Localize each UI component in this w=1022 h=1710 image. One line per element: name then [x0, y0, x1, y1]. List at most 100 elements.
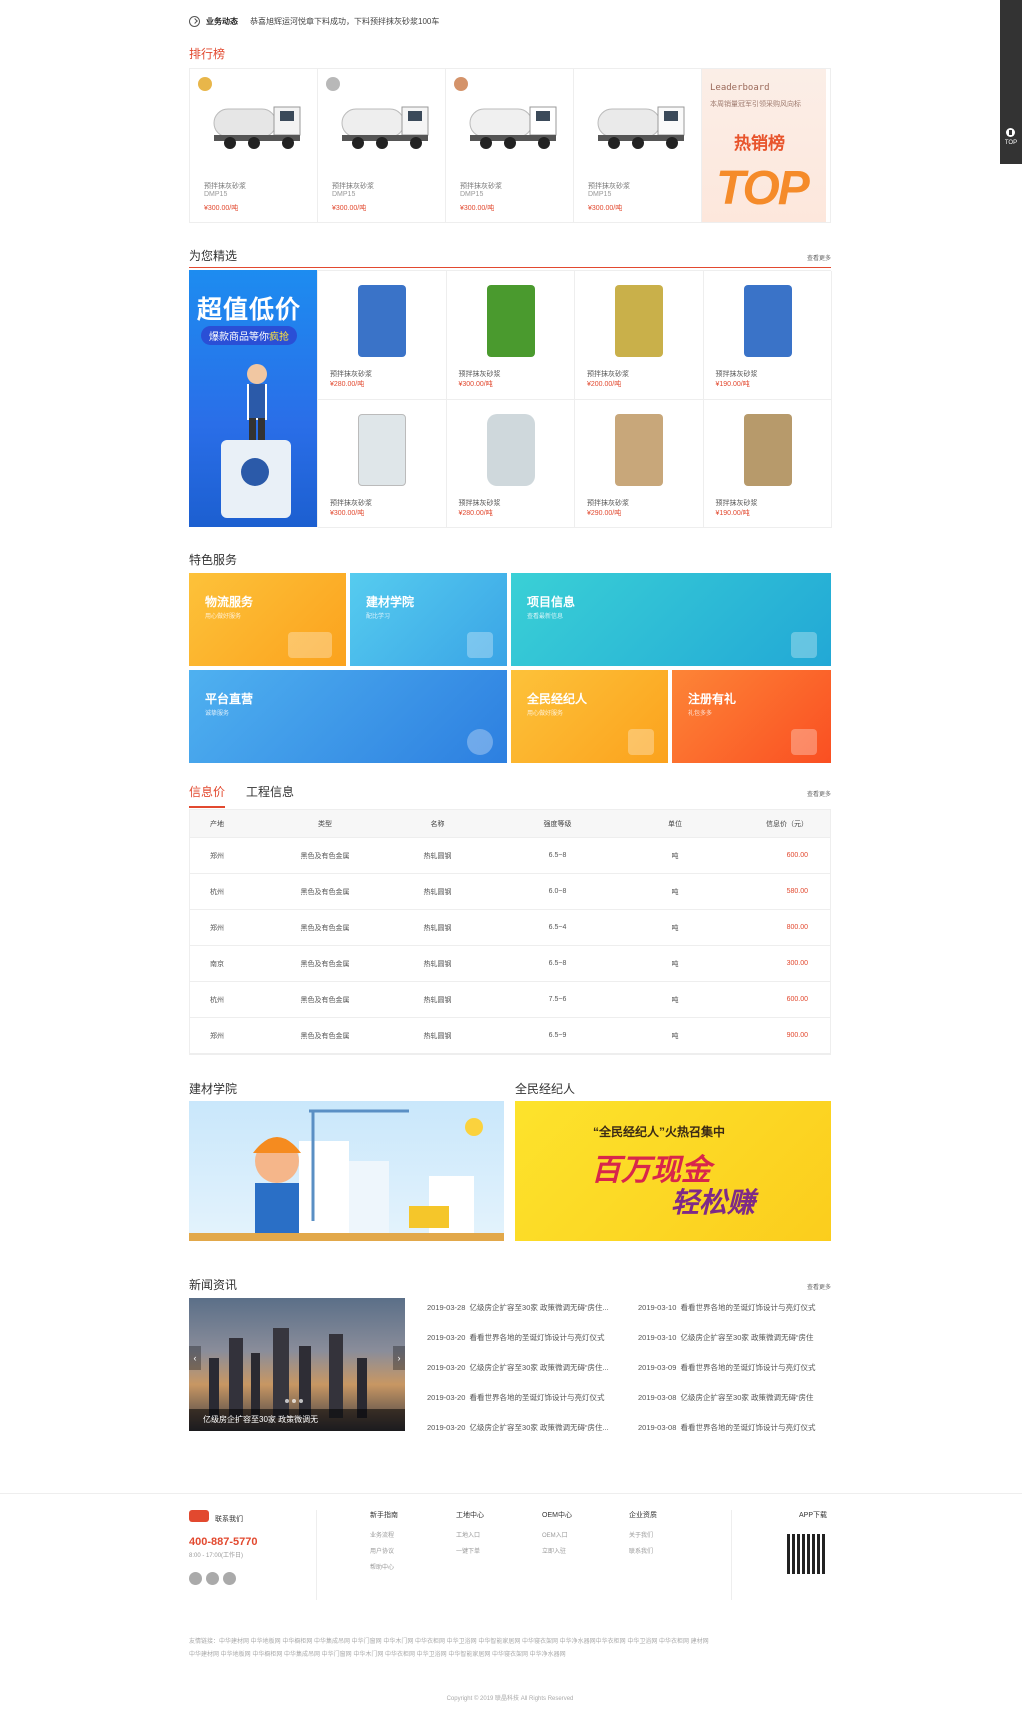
news-item[interactable]: 2019-03-20 亿级房企扩容至30家 政策微调无碍“房住...: [427, 1422, 609, 1433]
footer-link[interactable]: 帮助中心: [370, 1562, 398, 1571]
weibo-icon[interactable]: [206, 1572, 219, 1585]
news-item[interactable]: 2019-03-08 亿级房企扩容至30家 政策微调无碍“房住: [638, 1392, 813, 1403]
cell-price: 600.00: [786, 852, 808, 859]
news-date: 2019-03-09: [638, 1363, 677, 1372]
news-item[interactable]: 2019-03-20 亿级房企扩容至30家 政策微调无碍“房住...: [427, 1362, 609, 1373]
product-name: 预拌抹灰砂浆: [458, 499, 501, 507]
tile-register-gift[interactable]: 注册有礼 礼包多多: [672, 670, 831, 763]
friend-links-line[interactable]: 友情链接：中华建材网 中华地板网 中华橱柜网 中华集成吊网 中华门窗网 中华木门…: [189, 1636, 831, 1649]
academy-banner[interactable]: [189, 1101, 504, 1241]
footer-link[interactable]: 业务流程: [370, 1530, 398, 1539]
pick-item[interactable]: 预拌抹灰砂浆 ¥280.00/吨: [318, 271, 447, 400]
leaderboard-banner[interactable]: Leaderboard 本周销量冠军引领采购风向标 热销榜 TOP: [702, 69, 826, 222]
news-carousel[interactable]: ‹ › 亿级房企扩容至30家 政策微调无: [189, 1298, 405, 1431]
product-name: 预拌抹灰砂浆: [588, 183, 630, 190]
product-price: ¥190.00/吨: [715, 509, 750, 517]
news-item[interactable]: 2019-03-20 看看世界各地的圣诞灯饰设计与亮灯仪式: [427, 1392, 605, 1403]
news-item[interactable]: 2019-03-10 亿级房企扩容至30家 政策微调无碍“房住: [638, 1332, 813, 1343]
product-bag-image: [358, 285, 406, 357]
news-item[interactable]: 2019-03-10 看看世界各地的圣诞灯饰设计与亮灯仪式: [638, 1302, 816, 1313]
tile-subtitle: 诚挚服务: [205, 711, 230, 717]
table-row[interactable]: 郑州 黑色及有色金属 热轧圆钢 6.5~9 吨 900.00: [190, 1018, 830, 1054]
tile-logistics[interactable]: 物流服务 用心做好服务: [189, 573, 346, 666]
news-more-link[interactable]: 查看更多: [807, 1282, 831, 1291]
cell-type: 黑色及有色金属: [300, 1032, 350, 1040]
pick-item[interactable]: 预拌抹灰砂浆 ¥280.00/吨: [446, 399, 575, 528]
news-item[interactable]: 2019-03-20 看看世界各地的圣诞灯饰设计与亮灯仪式: [427, 1332, 605, 1343]
table-row[interactable]: 杭州 黑色及有色金属 热轧圆钢 7.5~6 吨 600.00: [190, 982, 830, 1018]
user-icon: [628, 729, 654, 755]
cell-price: 600.00: [786, 996, 808, 1003]
services-grid: 物流服务 用心做好服务 建材学院 配比学习 项目信息 查看最新信息 平台直营 诚…: [189, 573, 831, 763]
footer-link[interactable]: 工地入口: [456, 1530, 484, 1539]
wechat-icon[interactable]: [189, 1572, 202, 1585]
cell-price: 800.00: [786, 924, 808, 931]
pick-item[interactable]: 预拌抹灰砂浆 ¥200.00/吨: [575, 271, 704, 400]
tile-project-info[interactable]: 项目信息 查看最新信息: [511, 573, 831, 666]
friend-links-line[interactable]: 中华建材网 中华地板网 中华橱柜网 中华集成吊网 中华门窗网 中华木门网 中华衣…: [189, 1649, 831, 1662]
news-date: 2019-03-10: [638, 1303, 677, 1312]
footer-link[interactable]: OEM入口: [542, 1530, 572, 1539]
back-to-top[interactable]: TOP: [1000, 0, 1022, 164]
product-price: ¥300.00/吨: [332, 205, 367, 212]
banner-subline: 爆款商品等你疯抢: [201, 326, 297, 345]
tile-title: 全民经纪人: [527, 692, 588, 706]
cell-origin: 杭州: [210, 996, 224, 1004]
info-more-link[interactable]: 查看更多: [807, 789, 831, 798]
picks-more-link[interactable]: 查看更多: [807, 253, 831, 262]
pick-item[interactable]: 预拌抹灰砂浆 ¥300.00/吨: [318, 399, 447, 528]
footer-link[interactable]: 关于我们: [629, 1530, 657, 1539]
pick-item[interactable]: 预拌抹灰砂浆 ¥290.00/吨: [575, 399, 704, 528]
product-name: 预拌抹灰砂浆: [332, 183, 374, 190]
table-row[interactable]: 郑州 黑色及有色金属 热轧圆钢 6.5~8 吨 600.00: [190, 838, 830, 874]
product-code: DMP15: [588, 191, 612, 198]
pick-item[interactable]: 预拌抹灰砂浆 ¥190.00/吨: [703, 271, 832, 400]
qq-icon[interactable]: [223, 1572, 236, 1585]
ranking-item[interactable]: 预拌抹灰砂浆 DMP15 ¥300.00/吨: [190, 69, 318, 222]
footer-main: 联系我们 400-887-5770 8:00 - 17:00(工作日) 新手指南…: [189, 1510, 831, 1610]
pick-item[interactable]: 预拌抹灰砂浆 ¥190.00/吨: [703, 399, 832, 528]
tab-project-info[interactable]: 工程信息: [246, 783, 294, 800]
cell-grade: 6.5~8: [548, 852, 567, 859]
product-price: ¥300.00/吨: [204, 205, 239, 212]
ranking-item[interactable]: 预拌抹灰砂浆 DMP15 ¥300.00/吨: [446, 69, 574, 222]
app-download: APP下载: [731, 1510, 831, 1600]
contact-phone[interactable]: 400-887-5770: [189, 1536, 258, 1548]
product-name: 预拌抹灰砂浆: [460, 183, 502, 190]
value-price-banner[interactable]: 超值低价 爆款商品等你疯抢: [189, 270, 317, 527]
leaderboard-label: Leaderboard: [710, 83, 770, 93]
ranking-item[interactable]: 预拌抹灰砂浆 DMP15 ¥300.00/吨: [318, 69, 446, 222]
product-bag-image: [743, 413, 792, 486]
carousel-next-icon[interactable]: ›: [393, 1346, 405, 1370]
footer-col-head: 工地中心: [456, 1512, 484, 1519]
notice-text[interactable]: 恭喜旭辉运河悦章下料成功，下料预拌抹灰砂浆100车: [250, 16, 439, 27]
footer-link[interactable]: 立即入驻: [542, 1546, 572, 1555]
news-item[interactable]: 2019-03-08 看看世界各地的圣诞灯饰设计与亮灯仪式: [638, 1422, 816, 1433]
tile-broker[interactable]: 全民经纪人 用心做好服务: [511, 670, 668, 763]
footer-link[interactable]: 一键下单: [456, 1546, 484, 1555]
news-item[interactable]: 2019-03-09 看看世界各地的圣诞灯饰设计与亮灯仪式: [638, 1362, 816, 1373]
table-row[interactable]: 南京 黑色及有色金属 热轧圆钢 6.5~8 吨 300.00: [190, 946, 830, 982]
worker-mascot-image: [221, 364, 291, 518]
carousel-dot[interactable]: [292, 1399, 296, 1403]
tile-platform-direct[interactable]: 平台直营 诚挚服务: [189, 670, 507, 763]
product-name: 预拌抹灰砂浆: [587, 499, 629, 507]
carousel-dot[interactable]: [285, 1399, 289, 1403]
footer-link[interactable]: 用户协议: [370, 1546, 398, 1555]
broker-banner[interactable]: “全民经纪人”火热召集中 百万现金 轻松赚: [515, 1101, 831, 1241]
ranking-item[interactable]: 预拌抹灰砂浆 DMP15 ¥300.00/吨: [574, 69, 702, 222]
news-item[interactable]: 2019-03-28 亿级房企扩容至30家 政策微调无碍“房住...: [427, 1302, 609, 1313]
tile-title: 建材学院: [366, 595, 415, 609]
table-row[interactable]: 杭州 黑色及有色金属 热轧圆钢 6.0~8 吨 580.00: [190, 874, 830, 910]
footer-link[interactable]: 联系我们: [629, 1546, 657, 1555]
news-text: 看看世界各地的圣诞灯饰设计与亮灯仪式: [680, 1423, 816, 1432]
table-row[interactable]: 郑州 黑色及有色金属 热轧圆钢 6.5~4 吨 800.00: [190, 910, 830, 946]
carousel-dot[interactable]: [299, 1399, 303, 1403]
pick-item[interactable]: 预拌抹灰砂浆 ¥300.00/吨: [446, 271, 575, 400]
cell-unit: 吨: [671, 888, 679, 896]
col-header: 类型: [318, 820, 332, 828]
tile-academy[interactable]: 建材学院 配比学习: [350, 573, 507, 666]
carousel-prev-icon[interactable]: ‹: [189, 1346, 201, 1370]
news-date: 2019-03-20: [427, 1423, 466, 1432]
tab-info-price[interactable]: 信息价: [189, 783, 226, 808]
